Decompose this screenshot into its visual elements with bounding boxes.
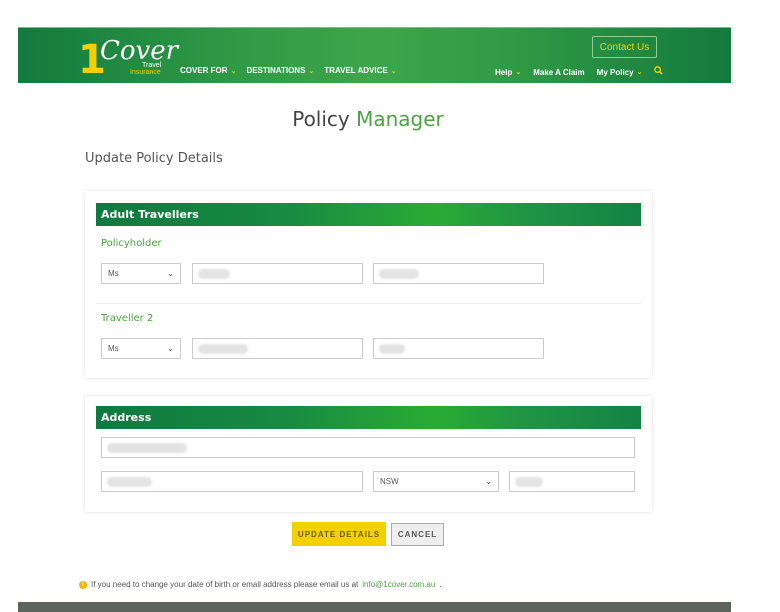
chevron-down-icon: ⌄ — [167, 344, 174, 353]
traveller-2-first-name-input[interactable] — [192, 338, 363, 359]
cancel-button[interactable]: CANCEL — [391, 523, 444, 546]
chevron-down-icon: ⌄ — [167, 269, 174, 278]
street-address-input[interactable] — [101, 437, 635, 458]
redacted-value — [107, 477, 152, 487]
traveller-2-last-name-input[interactable] — [373, 338, 544, 359]
nav-make-a-claim[interactable]: Make A Claim — [533, 68, 584, 77]
info-icon: ! — [79, 580, 87, 589]
site-header: 1 Cover Travel Insurance COVER FOR ⌄ DES… — [18, 27, 731, 83]
nav-label: TRAVEL ADVICE — [324, 66, 388, 75]
nav-help[interactable]: Help ⌄ — [495, 68, 521, 77]
page-subtitle: Update Policy Details — [85, 151, 223, 166]
state-select[interactable]: NSW ⌄ — [373, 471, 499, 492]
nav-label: My Policy — [596, 67, 634, 77]
site-footer — [18, 602, 731, 612]
redacted-value — [107, 443, 187, 453]
nav-label: COVER FOR — [180, 66, 228, 75]
traveller-2-title-select[interactable]: Ms ⌄ — [101, 338, 181, 359]
logo-word: Cover — [100, 36, 179, 66]
policyholder-title-select[interactable]: Ms ⌄ — [101, 263, 181, 284]
main-nav: COVER FOR ⌄ DESTINATIONS ⌄ TRAVEL ADVICE… — [180, 66, 397, 75]
logo-insurance: Insurance — [130, 69, 161, 76]
redacted-value — [198, 269, 230, 279]
redacted-value — [379, 269, 419, 279]
logo[interactable]: 1 Cover Travel Insurance — [78, 36, 178, 84]
nav-label: DESTINATIONS — [246, 66, 306, 75]
address-card: Address NSW ⌄ — [85, 396, 652, 512]
adult-travellers-heading: Adult Travellers — [96, 203, 641, 226]
address-heading: Address — [96, 406, 641, 429]
adult-travellers-card: Adult Travellers Policyholder Ms ⌄ Trave… — [85, 191, 652, 378]
nav-travel-advice[interactable]: TRAVEL ADVICE ⌄ — [324, 66, 396, 75]
suburb-input[interactable] — [101, 471, 363, 492]
chevron-down-icon: ⌄ — [230, 67, 237, 75]
chevron-down-icon: ⌄ — [485, 477, 492, 486]
note-text: If you need to change your date of birth… — [91, 580, 359, 589]
email-link[interactable]: info@1cover.com.au — [362, 580, 435, 589]
nav-cover-for[interactable]: COVER FOR ⌄ — [180, 66, 236, 75]
divider — [96, 303, 641, 304]
nav-label: Make A Claim — [533, 67, 585, 77]
select-value: Ms — [108, 269, 119, 278]
postcode-input[interactable] — [509, 471, 635, 492]
page-title: Policy Manager — [0, 107, 736, 131]
redacted-value — [515, 477, 543, 487]
nav-my-policy[interactable]: My Policy ⌄ — [597, 68, 643, 77]
nav-destinations[interactable]: DESTINATIONS ⌄ — [246, 66, 314, 75]
chevron-down-icon: ⌄ — [515, 69, 522, 76]
contact-us-button[interactable]: Contact Us — [592, 36, 657, 58]
nav-label: Help — [495, 67, 513, 77]
chevron-down-icon: ⌄ — [308, 67, 315, 75]
select-value: NSW — [380, 477, 399, 486]
info-note: ! If you need to change your date of bir… — [79, 580, 442, 589]
redacted-value — [198, 344, 248, 354]
title-part1: Policy — [292, 107, 350, 131]
select-value: Ms — [108, 344, 119, 353]
redacted-value — [379, 344, 405, 354]
page: 1 Cover Travel Insurance COVER FOR ⌄ DES… — [0, 0, 780, 612]
policyholder-first-name-input[interactable] — [192, 263, 363, 284]
chevron-down-icon: ⌄ — [390, 67, 397, 75]
update-details-button[interactable]: UPDATE DETAILS — [292, 522, 386, 546]
search-icon[interactable] — [654, 66, 664, 78]
note-suffix: . — [439, 580, 442, 589]
title-part2: Manager — [356, 107, 444, 131]
policyholder-last-name-input[interactable] — [373, 263, 544, 284]
traveller-2-label: Traveller 2 — [101, 313, 154, 324]
policyholder-label: Policyholder — [101, 238, 162, 249]
sub-nav: Help ⌄ Make A Claim My Policy ⌄ — [495, 66, 664, 78]
chevron-down-icon: ⌄ — [636, 69, 643, 76]
